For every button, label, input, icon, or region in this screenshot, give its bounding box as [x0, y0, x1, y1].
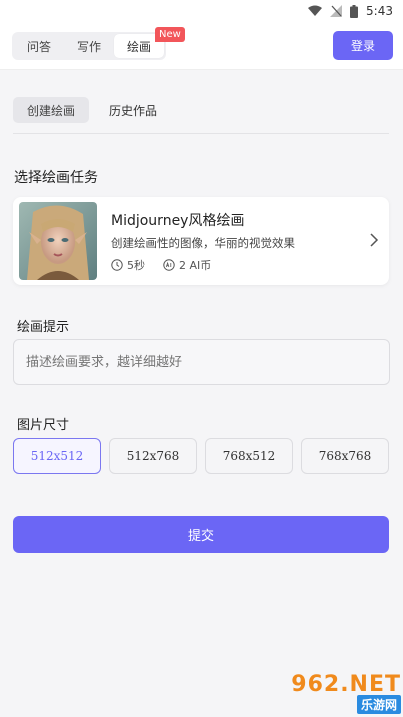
- watermark-logo: 962.NET 乐游网: [261, 671, 401, 715]
- top-bar: 问答 写作 绘画 New 登录: [0, 22, 403, 70]
- clock-icon: [111, 259, 123, 271]
- login-button[interactable]: 登录: [333, 31, 393, 60]
- prompt-input[interactable]: [13, 339, 390, 385]
- task-description: 创建绘画性的图像，华丽的视觉效果: [111, 236, 295, 250]
- chevron-right-icon: [370, 233, 379, 247]
- task-thumbnail: [19, 202, 97, 280]
- mode-tabs: 问答 写作 绘画: [12, 32, 166, 60]
- submit-button[interactable]: 提交: [13, 516, 389, 553]
- subtab-history[interactable]: 历史作品: [95, 97, 171, 123]
- tab-writing[interactable]: 写作: [64, 34, 114, 58]
- divider: [13, 133, 389, 134]
- tab-qa[interactable]: 问答: [14, 34, 64, 58]
- size-option-768x768[interactable]: 768x768: [301, 438, 389, 474]
- new-badge: New: [155, 27, 185, 42]
- size-option-512x512[interactable]: 512x512: [13, 438, 101, 474]
- ai-coin-icon: [163, 259, 175, 271]
- task-section-title: 选择绘画任务: [14, 170, 98, 186]
- status-time: 5:43: [366, 4, 393, 18]
- watermark-bottom: 乐游网: [356, 695, 401, 714]
- size-option-768x512[interactable]: 768x512: [205, 438, 293, 474]
- status-bar: 5:43: [0, 0, 403, 22]
- task-meta: 5秒 2 AI币: [111, 257, 229, 273]
- subtabs: 创建绘画 历史作品: [13, 97, 171, 123]
- no-signal-icon: [330, 5, 343, 17]
- battery-icon: [350, 4, 359, 18]
- prompt-label: 绘画提示: [17, 320, 70, 335]
- size-options: 512x512 512x768 768x512 768x768: [13, 438, 389, 474]
- wifi-icon: [308, 5, 323, 16]
- size-option-512x768[interactable]: 512x768: [109, 438, 197, 474]
- subtab-create-drawing[interactable]: 创建绘画: [13, 97, 90, 123]
- watermark-top: 962.NET: [291, 672, 401, 697]
- cost-meta: 2 AI币: [163, 257, 211, 273]
- cost-text: 2 AI币: [179, 259, 212, 272]
- duration-text: 5秒: [127, 259, 145, 272]
- size-label: 图片尺寸: [17, 418, 70, 433]
- duration-meta: 5秒: [111, 257, 145, 273]
- task-title: Midjourney风格绘画: [111, 213, 245, 229]
- task-card-midjourney[interactable]: Midjourney风格绘画 创建绘画性的图像，华丽的视觉效果 5秒 2 AI币: [13, 197, 389, 285]
